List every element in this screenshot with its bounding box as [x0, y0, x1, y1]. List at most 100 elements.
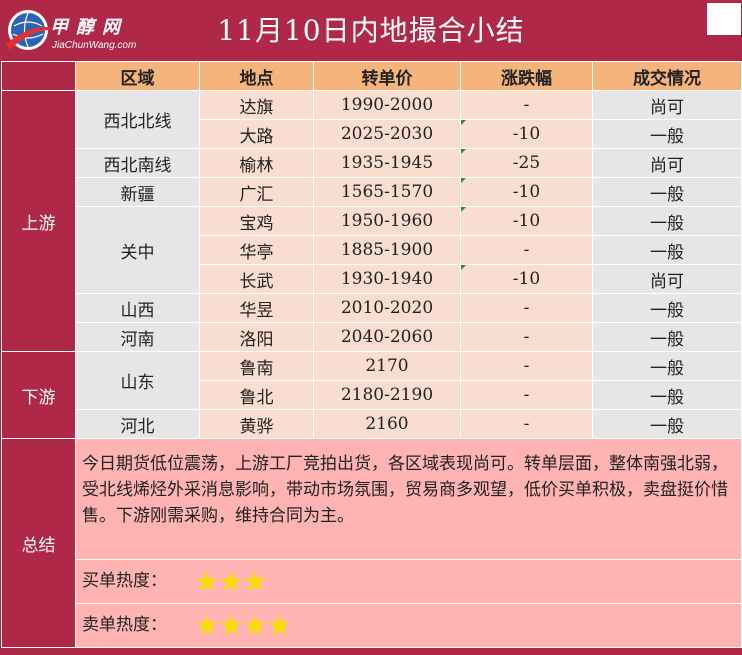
change-cell: -10 [460, 177, 593, 207]
deal-cell: 一般 [592, 409, 742, 439]
deal-cell: 尚可 [592, 90, 742, 120]
place-cell: 达旗 [199, 90, 314, 120]
deal-cell: 一般 [592, 119, 742, 149]
star-icon: ★ [194, 565, 219, 598]
star-icon: ★ [242, 565, 268, 598]
sell-heat-row: 卖单热度： ★★★★ [2, 603, 742, 648]
table-row: 下游 山东 鲁南 2170 - 一般 [1, 351, 742, 439]
price-cell: 2180-2190 [313, 380, 461, 410]
column-header-place: 地点 [199, 61, 314, 91]
star-icon: ★ [194, 609, 219, 642]
place-cell: 大路 [199, 119, 314, 149]
buy-heat-cell: 买单热度： ★★★ [75, 559, 742, 604]
deal-cell: 一般 [592, 206, 742, 236]
sell-heat-stars: ★★★★ [194, 609, 292, 642]
summary-text: 今日期货低位震荡，上游工厂竞拍出货，各区域表现尚可。转单层面，整体南强北弱，受北… [75, 438, 742, 560]
price-cell: 2040-2060 [313, 322, 461, 352]
change-value: -10 [512, 182, 541, 202]
column-header-row: 区域 地点 转单价 涨跌幅 成交情况 [1, 61, 742, 91]
page-title: 11月10日内地撮合小结 [217, 14, 525, 47]
star-icon: ★ [218, 609, 244, 642]
deal-cell: 尚可 [592, 148, 742, 178]
region-cell: 河北 [75, 409, 200, 439]
change-cell: - [460, 351, 593, 381]
price-cell: 1990-2000 [313, 90, 461, 120]
region-cell: 西北北线 [75, 90, 200, 149]
price-cell: 1565-1570 [313, 177, 461, 207]
price-cell: 2010-2020 [313, 293, 461, 323]
price-cell: 2025-2030 [313, 119, 461, 149]
change-marker-icon [461, 120, 466, 125]
section-label-downstream: 下游 [1, 351, 76, 439]
buy-heat-row: 买单热度： ★★★ [2, 559, 742, 604]
price-cell: 1885-1900 [313, 235, 461, 265]
change-marker-icon [461, 149, 466, 154]
change-value: -25 [512, 153, 541, 173]
star-icon: ★ [218, 565, 244, 598]
column-header-region: 区域 [75, 61, 200, 91]
deal-cell: 一般 [592, 293, 742, 323]
place-cell: 华昱 [199, 293, 314, 323]
place-cell: 长武 [199, 264, 314, 294]
place-cell: 鲁北 [199, 380, 314, 410]
table-row: 山西 华昱 2010-2020 - 一般 [2, 293, 742, 323]
header-corner [1, 61, 76, 91]
deal-cell: 一般 [592, 177, 742, 207]
region-cell: 山东 [75, 351, 200, 410]
change-value: -10 [512, 269, 541, 289]
region-cell: 西北南线 [75, 148, 200, 178]
column-header-price: 转单价 [313, 61, 461, 91]
star-icon: ★ [242, 609, 268, 642]
logo-chinese-text: 甲醇网 [50, 17, 128, 38]
column-header-change: 涨跌幅 [460, 61, 593, 91]
deal-cell: 一般 [592, 380, 742, 410]
summary-table: 区域 地点 转单价 涨跌幅 成交情况 上游 西北北线 达旗 1990-2000 … [1, 61, 742, 648]
header-bar: 甲醇网 JiaChunWang.com 11月10日内地撮合小结 [1, 1, 741, 61]
change-marker-icon [461, 265, 466, 270]
logo-english-text: JiaChunWang.com [52, 40, 137, 51]
place-cell: 榆林 [199, 148, 314, 178]
table-row: 河南 洛阳 2040-2060 - 一般 [2, 322, 742, 352]
star-icon: ★ [266, 609, 292, 642]
deal-cell: 一般 [592, 351, 742, 381]
change-cell: - [460, 409, 593, 439]
deal-cell: 一般 [592, 322, 742, 352]
change-marker-icon [461, 207, 466, 212]
buy-heat-stars: ★★★ [194, 565, 268, 598]
deal-cell: 一般 [592, 235, 742, 265]
column-header-deal: 成交情况 [592, 61, 742, 91]
summary-row: 总结 今日期货低位震荡，上游工厂竞拍出货，各区域表现尚可。转单层面，整体南强北弱… [1, 438, 742, 648]
region-cell: 新疆 [75, 177, 200, 207]
change-cell: -10 [460, 119, 593, 149]
place-cell: 宝鸡 [199, 206, 314, 236]
table-row: 上游 西北北线 达旗 1990-2000 - 尚可 [1, 90, 742, 352]
buy-heat-label: 买单热度： [82, 571, 167, 591]
change-cell: - [460, 293, 593, 323]
region-cell: 河南 [75, 322, 200, 352]
change-cell: - [460, 322, 593, 352]
change-value: -10 [512, 211, 541, 231]
price-cell: 2160 [313, 409, 461, 439]
sell-heat-cell: 卖单热度： ★★★★ [75, 603, 742, 648]
region-cell: 关中 [75, 206, 200, 294]
region-cell: 山西 [75, 293, 200, 323]
sell-heat-label: 卖单热度： [82, 615, 167, 635]
table-row: 关中 宝鸡 1950-1960 -10 一般 [2, 206, 742, 294]
place-cell: 黄骅 [199, 409, 314, 439]
report-frame: 甲醇网 JiaChunWang.com 11月10日内地撮合小结 区域 地点 转… [0, 0, 742, 655]
price-cell: 2170 [313, 351, 461, 381]
site-logo[interactable]: 甲醇网 JiaChunWang.com [4, 4, 137, 58]
corner-badge-icon [707, 3, 741, 35]
price-cell: 1935-1945 [313, 148, 461, 178]
price-cell: 1930-1940 [313, 264, 461, 294]
price-cell: 1950-1960 [313, 206, 461, 236]
change-cell: -25 [460, 148, 593, 178]
table-row: 西北南线 榆林 1935-1945 -25 尚可 [2, 148, 742, 178]
change-cell: -10 [460, 206, 593, 236]
deal-cell: 尚可 [592, 264, 742, 294]
change-marker-icon [461, 178, 466, 183]
section-label-summary: 总结 [1, 438, 76, 648]
place-cell: 鲁南 [199, 351, 314, 381]
change-cell: - [460, 90, 593, 120]
change-cell: - [460, 380, 593, 410]
